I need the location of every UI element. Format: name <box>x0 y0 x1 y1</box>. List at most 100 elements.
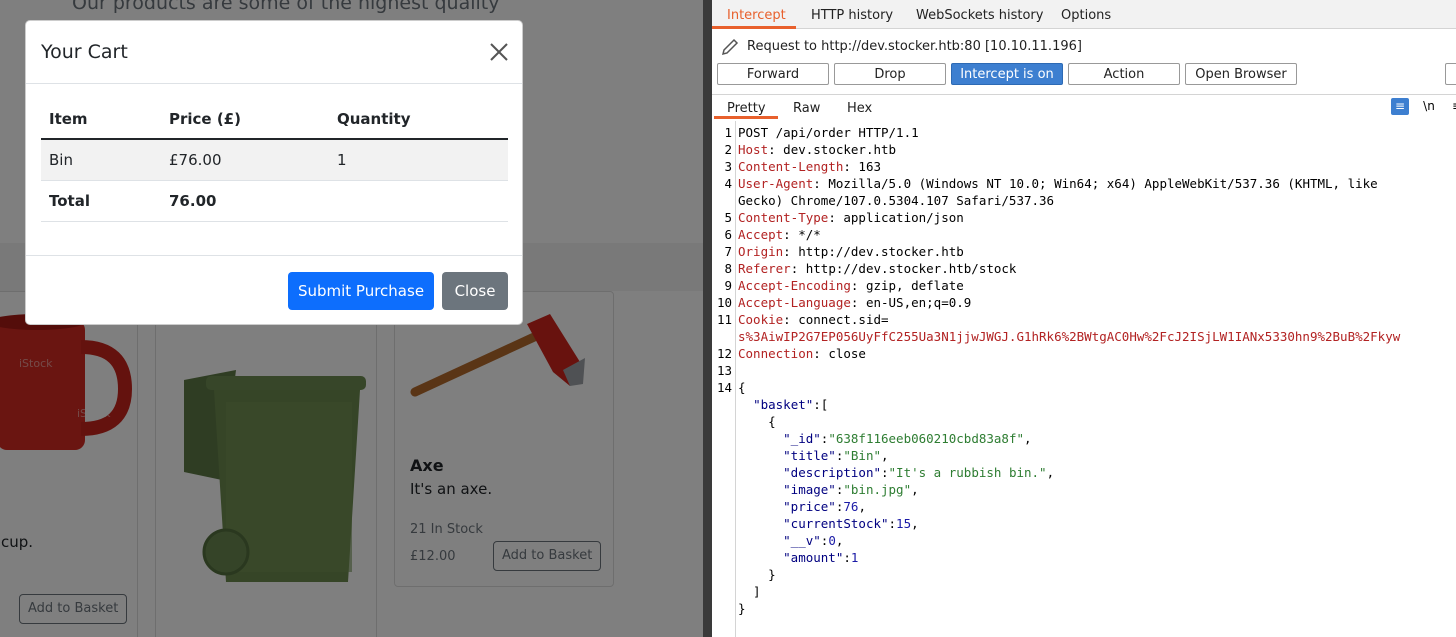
line-text: { <box>738 380 746 395</box>
header-name: User-Agent <box>738 176 814 191</box>
intercept-toggle-button[interactable]: Intercept is on <box>951 63 1063 85</box>
line-number <box>712 192 732 209</box>
close-icon[interactable] <box>488 41 510 63</box>
request-line: Cookie: connect.sid= <box>738 312 889 327</box>
request-line: Connection: close <box>738 346 866 361</box>
request-line: "currentStock":15, <box>738 515 919 532</box>
line-text: POST /api/order HTTP/1.1 <box>738 125 919 140</box>
line-text: Gecko) Chrome/107.0.5304.107 Safari/537.… <box>738 193 1055 208</box>
request-line: Gecko) Chrome/107.0.5304.107 Safari/537.… <box>738 192 1054 209</box>
modal-title: Your Cart <box>41 41 128 63</box>
line-number: 12 <box>716 346 732 361</box>
request-editor[interactable]: 1 POST /api/order HTTP/1.1 2 Host: dev.stoc… <box>712 121 1456 637</box>
line-number <box>712 532 732 549</box>
forward-button[interactable]: Forward <box>717 63 829 85</box>
tab-websockets-history[interactable]: WebSockets history <box>916 8 1043 23</box>
header-value: */* <box>790 227 821 242</box>
modal-header: Your Cart <box>26 21 522 84</box>
json-key: "amount" <box>783 550 844 565</box>
request-line: "basket":[ <box>738 396 828 413</box>
comment-field[interactable] <box>1445 63 1456 85</box>
json-string: "Bin" <box>843 448 882 463</box>
line-number <box>712 328 732 345</box>
total-value: 76.00 <box>161 180 329 222</box>
request-line: Referer: http://dev.stocker.htb/stock <box>738 261 1017 276</box>
json-punct: : <box>881 465 889 480</box>
header-value: close <box>820 346 866 361</box>
json-key: "currentStock" <box>783 516 889 531</box>
json-string: "It's a rubbish bin." <box>888 465 1047 480</box>
line-number: 8 <box>724 261 732 276</box>
request-line: { <box>738 413 776 430</box>
request-line: } <box>738 600 746 617</box>
json-key: "price" <box>783 499 836 514</box>
cell-price: £76.00 <box>161 139 329 181</box>
pencil-icon[interactable] <box>720 37 740 57</box>
toolbar-separator <box>712 94 1456 95</box>
line-number <box>712 583 732 600</box>
line-number <box>712 430 732 447</box>
line-number <box>712 413 732 430</box>
window-divider[interactable] <box>703 0 712 637</box>
json-string: "638f116eeb060210cbd83a8f" <box>828 431 1024 446</box>
json-key: "_id" <box>783 431 821 446</box>
line-number: 3 <box>724 159 732 174</box>
tab-pretty[interactable]: Pretty <box>727 101 766 116</box>
header-name: Content-Length <box>738 159 844 174</box>
modal-footer: Submit Purchase Close <box>26 255 522 325</box>
line-number: 5 <box>724 210 732 225</box>
line-number: 11 <box>716 312 732 327</box>
json-key: "__v" <box>783 533 821 548</box>
open-browser-button[interactable]: Open Browser <box>1185 63 1297 85</box>
cart-modal: Your Cart Item Price (£) Quantity Bin £7… <box>25 20 523 325</box>
total-label: Total <box>41 180 161 222</box>
json-key: "image" <box>783 482 836 497</box>
json-punct: , <box>858 499 866 514</box>
request-line: Accept: */* <box>738 227 821 242</box>
request-line: { <box>738 379 746 396</box>
action-button[interactable]: Action <box>1068 63 1180 85</box>
header-name: Accept <box>738 227 784 242</box>
line-number: 6 <box>724 227 732 242</box>
json-punct: : <box>888 516 897 531</box>
line-number: 7 <box>724 244 732 259</box>
header-value: application/json <box>835 210 964 225</box>
header-name: Origin <box>738 244 784 259</box>
header-value: gzip, deflate <box>858 278 964 293</box>
cell-item: Bin <box>41 139 161 181</box>
line-number: 2 <box>724 142 732 157</box>
wrap-icon[interactable]: ≡ <box>1391 98 1409 115</box>
tab-hex[interactable]: Hex <box>847 101 872 116</box>
line-text: { <box>738 414 776 429</box>
line-number <box>712 481 732 498</box>
table-header-row: Item Price (£) Quantity <box>41 99 508 140</box>
request-line: } <box>738 566 776 583</box>
newline-toggle-icon[interactable]: \n <box>1420 98 1438 115</box>
json-number: 0 <box>828 533 836 548</box>
line-text: } <box>738 601 746 616</box>
tab-http-history[interactable]: HTTP history <box>811 8 893 23</box>
request-line: ] <box>738 583 761 600</box>
close-button[interactable]: Close <box>442 272 508 310</box>
header-value: dev.stocker.htb <box>775 142 897 157</box>
request-line: Origin: http://dev.stocker.htb <box>738 244 964 259</box>
line-number: 1 <box>724 125 732 140</box>
tab-options[interactable]: Options <box>1061 8 1111 23</box>
table-row: Bin £76.00 1 <box>41 139 508 181</box>
header-name: Accept-Language <box>738 295 851 310</box>
header-value: 163 <box>850 159 881 174</box>
submit-purchase-button[interactable]: Submit Purchase <box>288 272 434 310</box>
menu-icon[interactable]: ≡ <box>1448 98 1456 115</box>
tab-raw[interactable]: Raw <box>793 101 820 116</box>
json-punct: , <box>1024 431 1032 446</box>
drop-button[interactable]: Drop <box>834 63 946 85</box>
header-value: en-US,en;q=0.9 <box>858 295 972 310</box>
header-name: Referer <box>738 261 791 276</box>
json-punct: , <box>911 516 919 531</box>
tab-intercept[interactable]: Intercept <box>727 8 786 23</box>
